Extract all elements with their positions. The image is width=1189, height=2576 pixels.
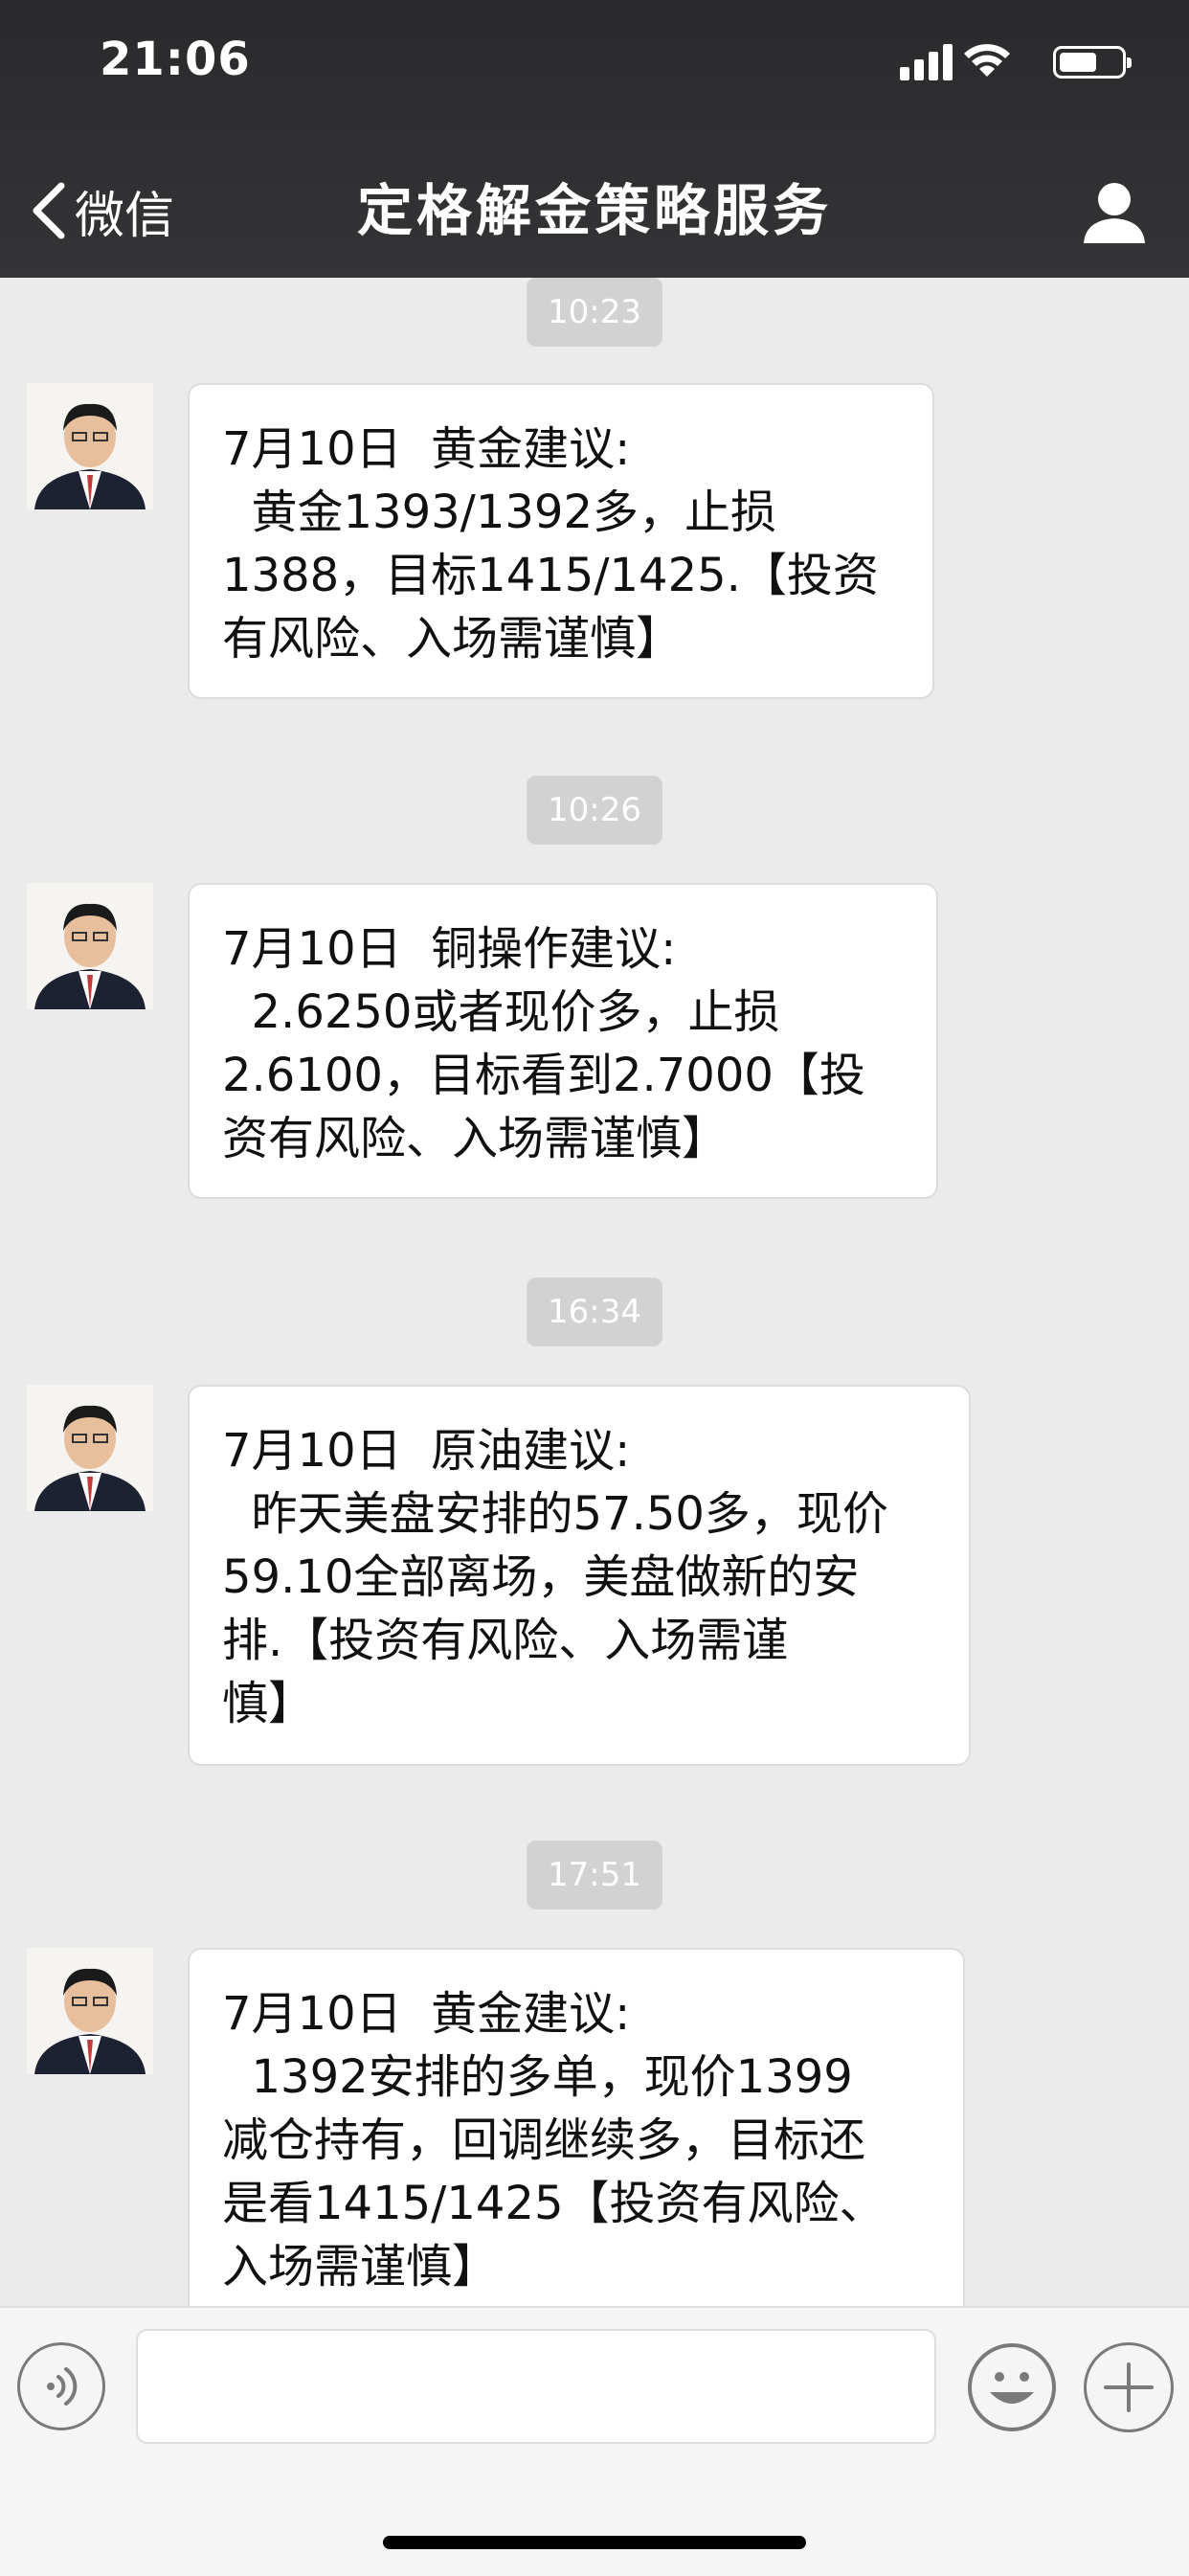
message-line: 是看1415/1425【投资有风险、 [222,2177,886,2230]
message-line: 减仓持有，回调继续多，目标还 [222,2113,866,2167]
message-line: 7月10日 黄金建议: [222,422,631,476]
message-line: 7月10日 原油建议: [222,1424,631,1478]
message-line: 入场需谨慎】 [222,2240,499,2294]
voice-input-button[interactable] [17,2342,105,2430]
message-line: 排.【投资有风险、入场需谨 [222,1614,789,1667]
battery-icon [1053,46,1132,79]
status-icons [877,42,1132,80]
wifi-icon [964,44,1010,77]
message-line: 2.6100，目标看到2.7000【投 [222,1049,865,1102]
message-line: 7月10日 铜操作建议: [222,922,677,976]
cellular-signal-icon [900,42,953,80]
message-bubble[interactable]: 7月10日 铜操作建议: 2.6250或者现价多，止损 2.6100，目标看到2… [188,883,938,1199]
message-line: 59.10全部离场，美盘做新的安 [222,1550,860,1604]
person-avatar-icon [27,1385,153,1511]
message-bubble[interactable]: 7月10日 原油建议: 昨天美盘安排的57.50多，现价 59.10全部离场，美… [188,1385,971,1766]
message-line: 资有风险、入场需谨慎】 [222,1112,729,1165]
top-header: 21:06 微信 定格解金策略服务 [0,0,1189,278]
avatar[interactable] [27,1385,153,1511]
message-timestamp: 10:26 [527,776,662,845]
avatar[interactable] [27,883,153,1009]
voice-icon [47,2367,78,2406]
person-avatar-icon [27,1948,153,2074]
message-line: 7月10日 黄金建议: [222,1987,631,2041]
message-input[interactable] [136,2329,936,2444]
message-bubble[interactable]: 7月10日 黄金建议: 黄金1393/1392多，止损 1388，目标1415/… [188,383,934,699]
avatar[interactable] [27,383,153,509]
status-time: 21:06 [100,33,251,86]
emoji-icon[interactable] [967,2342,1057,2432]
message-line: 1388，目标1415/1425.【投资 [222,549,879,602]
avatar[interactable] [27,1948,153,2074]
person-avatar-icon [27,883,153,1009]
message-timestamp: 10:23 [527,278,662,347]
message-line: 昨天美盘安排的57.50多，现价 [222,1487,888,1541]
chat-area[interactable]: 10:23 7月10日 黄金建议: 黄金1393/1392多，止损 1388，目… [0,278,1189,2308]
message-line: 黄金1393/1392多，止损 [222,486,777,539]
chat-title: 定格解金策略服务 [356,178,832,243]
more-options-button[interactable] [1084,2342,1174,2432]
plus-icon [1104,2362,1154,2412]
person-avatar-icon [27,383,153,509]
message-timestamp: 16:34 [527,1277,662,1346]
home-indicator[interactable] [383,2536,806,2549]
message-line: 1392安排的多单，现价1399 [222,2050,853,2104]
message-line: 慎】 [222,1677,315,1730]
profile-icon[interactable] [1078,176,1151,249]
message-line: 有风险、入场需谨慎】 [222,612,683,666]
message-line: 2.6250或者现价多，止损 [222,985,780,1039]
message-timestamp: 17:51 [527,1841,662,1909]
message-bubble[interactable]: 7月10日 黄金建议: 1392安排的多单，现价1399 减仓持有，回调继续多，… [188,1948,965,2308]
